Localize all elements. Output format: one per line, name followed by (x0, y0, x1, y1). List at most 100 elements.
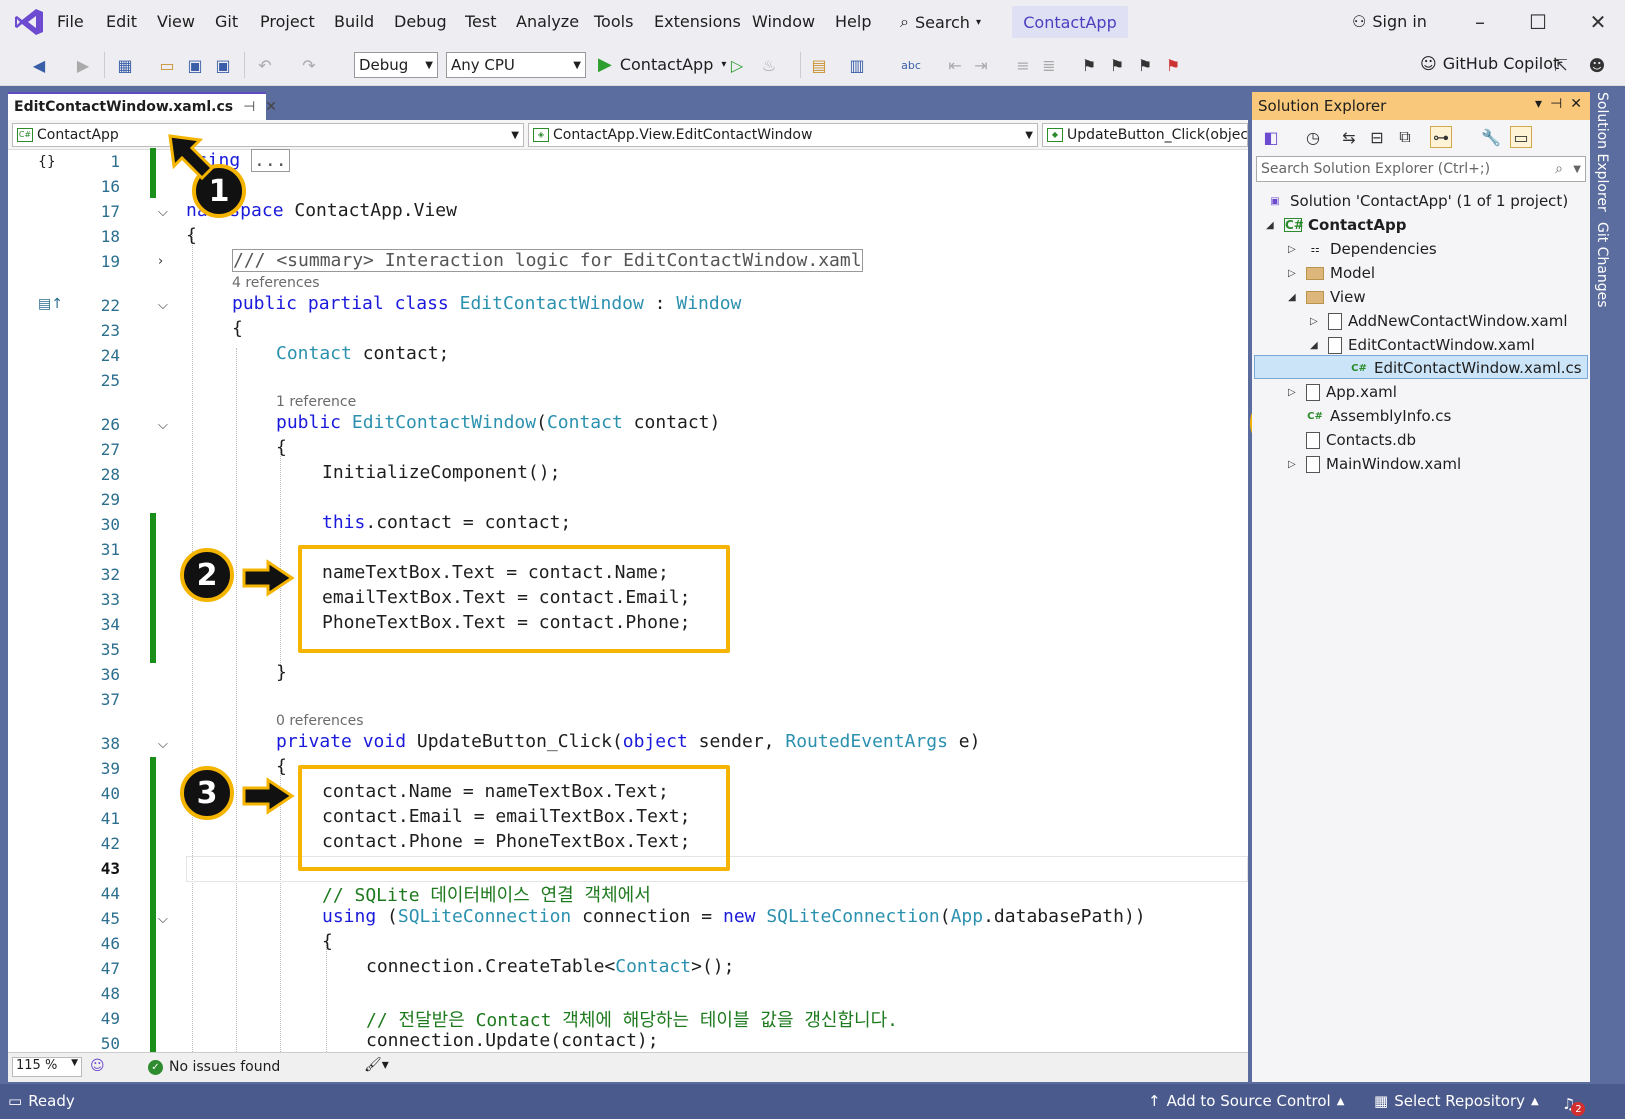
menu-help[interactable]: Help (835, 12, 871, 31)
codelens-references[interactable]: 4 references (232, 275, 320, 291)
solution-name-badge[interactable]: ContactApp (1012, 6, 1128, 38)
collapsed-summary[interactable]: /// <summary> Interaction logic for Edit… (232, 249, 863, 272)
code-line-46[interactable]: { (322, 931, 333, 952)
next-bookmark-icon[interactable]: ⚑ (1134, 54, 1156, 76)
close-button[interactable]: ✕ (1588, 10, 1608, 34)
solution-explorer-search[interactable]: Search Solution Explorer (Ctrl+;) ⌕ ▼ (1256, 156, 1586, 182)
menu-analyze[interactable]: Analyze (516, 12, 579, 31)
share-icon[interactable]: ⇱ (1550, 54, 1572, 76)
prev-bookmark-icon[interactable]: ⚑ (1106, 54, 1128, 76)
copilot-status-icon[interactable]: ☺ (90, 1058, 105, 1074)
tab-editcontactwindow-xaml-cs[interactable]: EditContactWindow.xaml.cs ⊣ ✕ (8, 92, 277, 120)
side-tab-git-changes[interactable]: Git Changes (1594, 222, 1610, 308)
spell-check-icon[interactable]: abc (900, 54, 922, 76)
codelens-references[interactable]: 1 reference (276, 394, 356, 410)
solution-folder-icon[interactable]: ▤ (808, 54, 830, 76)
code-line-44[interactable]: // SQLite 데이터베이스 연결 객체에서 (322, 881, 651, 907)
collapse-icon[interactable]: ⌵ (158, 737, 168, 752)
issues-indicator[interactable]: ✓ No issues found (148, 1059, 280, 1075)
visual-studio-logo-icon[interactable] (14, 8, 44, 36)
code-cleanup-icon[interactable]: 🖌▾ (364, 1057, 389, 1073)
uncomment-icon[interactable]: ≣ (1038, 54, 1060, 76)
save-all-icon[interactable]: ▣ (212, 54, 234, 76)
project-dropdown[interactable]: C# ContactApp ▼ (12, 123, 524, 147)
select-repository-button[interactable]: ▦ Select Repository ▲ (1374, 1092, 1539, 1110)
zoom-select[interactable]: 115 % ▼ (12, 1057, 82, 1077)
code-line-39[interactable]: { (276, 756, 287, 777)
collapsed-region[interactable]: ... (251, 149, 290, 172)
maximize-button[interactable]: ☐ (1528, 10, 1548, 34)
platform-select[interactable]: Any CPU ▼ (446, 52, 586, 78)
close-tab-icon[interactable]: ✕ (265, 99, 277, 115)
save-icon[interactable]: ▣ (184, 54, 206, 76)
tree-project[interactable]: ◢ C# ContactApp (1266, 214, 1406, 236)
collapse-icon[interactable]: ⌵ (158, 205, 168, 220)
minimize-button[interactable]: – (1470, 10, 1490, 34)
preview-icon[interactable]: ▭ (1510, 126, 1532, 148)
code-line-24[interactable]: Contact contact; (276, 343, 449, 364)
code-line-45[interactable]: using (SQLiteConnection connection = new… (322, 906, 1146, 927)
code-line-50[interactable]: connection.Update(contact); (366, 1030, 659, 1052)
comment-icon[interactable]: ≡ (1012, 54, 1034, 76)
menu-edit[interactable]: Edit (106, 12, 137, 31)
collapse-all-icon[interactable]: ⊟ (1366, 126, 1388, 148)
configuration-select[interactable]: Debug ▼ (354, 52, 438, 78)
code-line-19[interactable]: /// <summary> Interaction logic for Edit… (232, 249, 863, 272)
side-tab-solution-explorer[interactable]: Solution Explorer (1594, 92, 1610, 212)
search-button[interactable]: ⌕ Search ▾ (900, 8, 981, 36)
back-icon[interactable]: ◀ (28, 54, 50, 76)
code-line-23[interactable]: { (232, 318, 243, 339)
collapse-icon[interactable]: ⌵ (158, 418, 168, 433)
codelens-references[interactable]: 0 references (276, 713, 364, 729)
code-line-36[interactable]: } (276, 662, 287, 683)
redo-icon[interactable]: ↷ (298, 54, 320, 76)
feedback-icon[interactable]: ☻ (1586, 54, 1608, 76)
layout-icon[interactable]: ▥ (846, 54, 868, 76)
tree-dependencies[interactable]: ▷ ⚏ Dependencies (1288, 238, 1437, 260)
pin-icon[interactable]: ⊣ (1550, 96, 1562, 112)
collapse-icon[interactable]: ⌵ (158, 298, 168, 313)
menu-debug[interactable]: Debug (394, 12, 447, 31)
tree-solution[interactable]: ▣ Solution 'ContactApp' (1 of 1 project) (1266, 190, 1568, 212)
sync-icon[interactable]: ⇆ (1338, 126, 1360, 148)
class-dropdown[interactable]: ◈ ContactApp.View.EditContactWindow ▼ (528, 123, 1038, 147)
expand-icon[interactable]: › (158, 254, 163, 269)
tree-addnewcontactwindow[interactable]: ▷ AddNewContactWindow.xaml (1310, 310, 1568, 332)
code-map-icon[interactable]: {} (38, 154, 56, 170)
menu-file[interactable]: File (57, 12, 84, 31)
tree-mainwindow[interactable]: ▷ MainWindow.xaml (1288, 453, 1461, 475)
code-line-27[interactable]: { (276, 437, 287, 458)
start-debugging-button[interactable]: ▶ ContactApp ▾ (598, 54, 726, 75)
menu-git[interactable]: Git (215, 12, 238, 31)
menu-view[interactable]: View (157, 12, 195, 31)
menu-test[interactable]: Test (465, 12, 497, 31)
open-folder-icon[interactable]: ▭ (156, 54, 178, 76)
collapse-icon[interactable]: ⌵ (158, 912, 168, 927)
tree-editcontactwindow[interactable]: ◢ EditContactWindow.xaml (1310, 334, 1535, 356)
undo-icon[interactable]: ↶ (254, 54, 276, 76)
new-project-icon[interactable]: ▦ (114, 54, 136, 76)
tree-contacts-db[interactable]: Contacts.db (1306, 429, 1416, 451)
tree-app-xaml[interactable]: ▷ App.xaml (1288, 381, 1397, 403)
member-dropdown[interactable]: ◆ UpdateButton_Click(objec (1042, 123, 1248, 147)
menu-tools[interactable]: Tools (594, 12, 633, 31)
window-position-icon[interactable]: ▾ (1535, 96, 1542, 112)
history-icon[interactable]: ◷ (1302, 126, 1324, 148)
code-line-47[interactable]: connection.CreateTable<Contact>(); (366, 956, 734, 977)
indent-icon[interactable]: ⇥ (970, 54, 992, 76)
notifications-button[interactable]: ♫ 2 (1562, 1092, 1586, 1116)
tree-editcontactwindow-cs[interactable]: C# EditContactWindow.xaml.cs (1350, 357, 1581, 379)
code-line-28[interactable]: InitializeComponent(); (322, 462, 560, 483)
outdent-icon[interactable]: ⇤ (944, 54, 966, 76)
menu-build[interactable]: Build (334, 12, 374, 31)
menu-project[interactable]: Project (260, 12, 315, 31)
show-all-files-icon[interactable]: ⧉ (1394, 126, 1416, 148)
switch-views-icon[interactable]: ◧ (1260, 126, 1282, 148)
bookmark-icon[interactable]: ⚑ (1078, 54, 1100, 76)
close-panel-icon[interactable]: ✕ (1570, 96, 1582, 112)
tree-assemblyinfo[interactable]: C# AssemblyInfo.cs (1306, 405, 1451, 427)
tree-folder-view[interactable]: ◢ View (1288, 286, 1366, 308)
code-line-38[interactable]: private void UpdateButton_Click(object s… (276, 731, 980, 752)
sign-in-button[interactable]: ⚇ Sign in (1352, 12, 1427, 31)
tree-folder-model[interactable]: ▷ Model (1288, 262, 1375, 284)
